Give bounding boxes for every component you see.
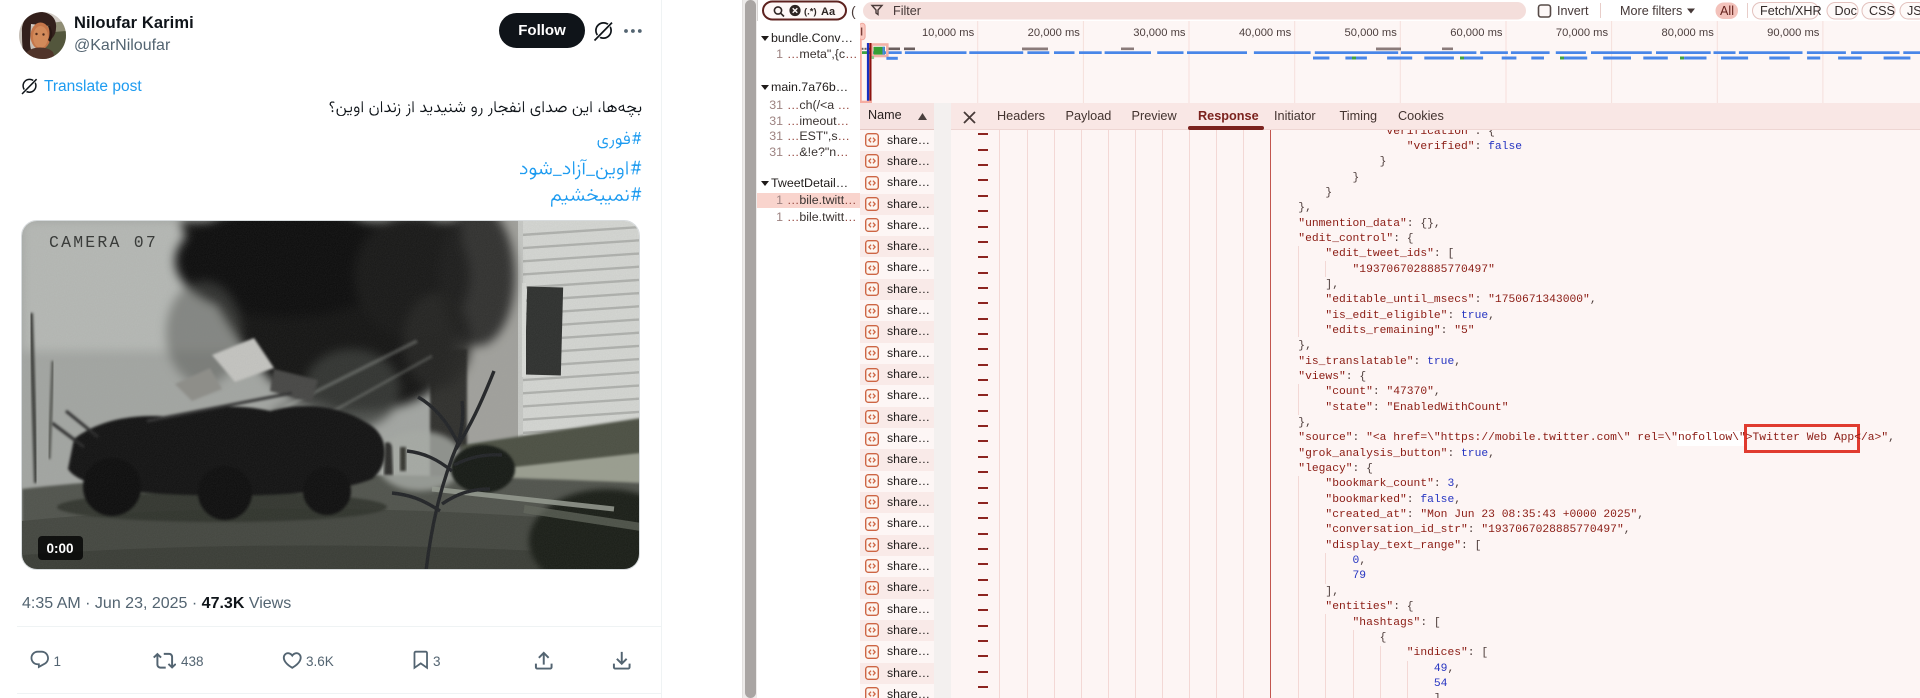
svg-text:Aa: Aa: [821, 6, 836, 18]
svg-text:0:00: 0:00: [47, 541, 74, 556]
svg-text:JS: JS: [1907, 4, 1920, 18]
svg-text:Doc: Doc: [1835, 4, 1857, 18]
svg-text:(.*): (.*): [804, 7, 817, 18]
svg-text:CSS: CSS: [1869, 4, 1895, 18]
svg-text:Invert: Invert: [1557, 4, 1589, 18]
svg-text:More filters: More filters: [1620, 4, 1682, 18]
svg-text:All: All: [1720, 4, 1734, 18]
svg-text:Fetch/XHR: Fetch/XHR: [1760, 4, 1822, 18]
svg-text:Filter: Filter: [893, 4, 921, 18]
svg-text:CAMERA 07: CAMERA 07: [49, 233, 158, 252]
svg-text:(: (: [851, 3, 856, 19]
